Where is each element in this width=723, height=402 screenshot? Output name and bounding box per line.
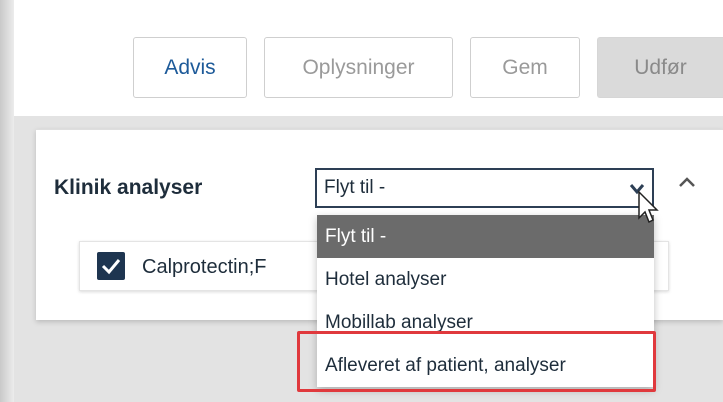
chevron-up-icon[interactable] xyxy=(677,175,697,189)
item-checkbox[interactable] xyxy=(97,252,125,280)
checkmark-icon xyxy=(101,259,121,275)
item-label: Calprotectin;F xyxy=(142,256,267,278)
oplysninger-button[interactable]: Oplysninger xyxy=(264,37,453,98)
option-flyt-til[interactable]: Flyt til - xyxy=(317,215,654,258)
option-hotel-analyser[interactable]: Hotel analyser xyxy=(317,258,654,301)
window-frame-edge xyxy=(0,0,14,402)
gem-button[interactable]: Gem xyxy=(470,37,580,98)
udfor-button[interactable]: Udfør xyxy=(597,37,723,98)
advis-button[interactable]: Advis xyxy=(133,37,247,98)
mouse-cursor-icon xyxy=(638,190,659,224)
move-to-select[interactable]: Flyt til - xyxy=(315,168,654,208)
highlight-box xyxy=(297,331,656,392)
section-title: Klinik analyser xyxy=(54,176,203,199)
